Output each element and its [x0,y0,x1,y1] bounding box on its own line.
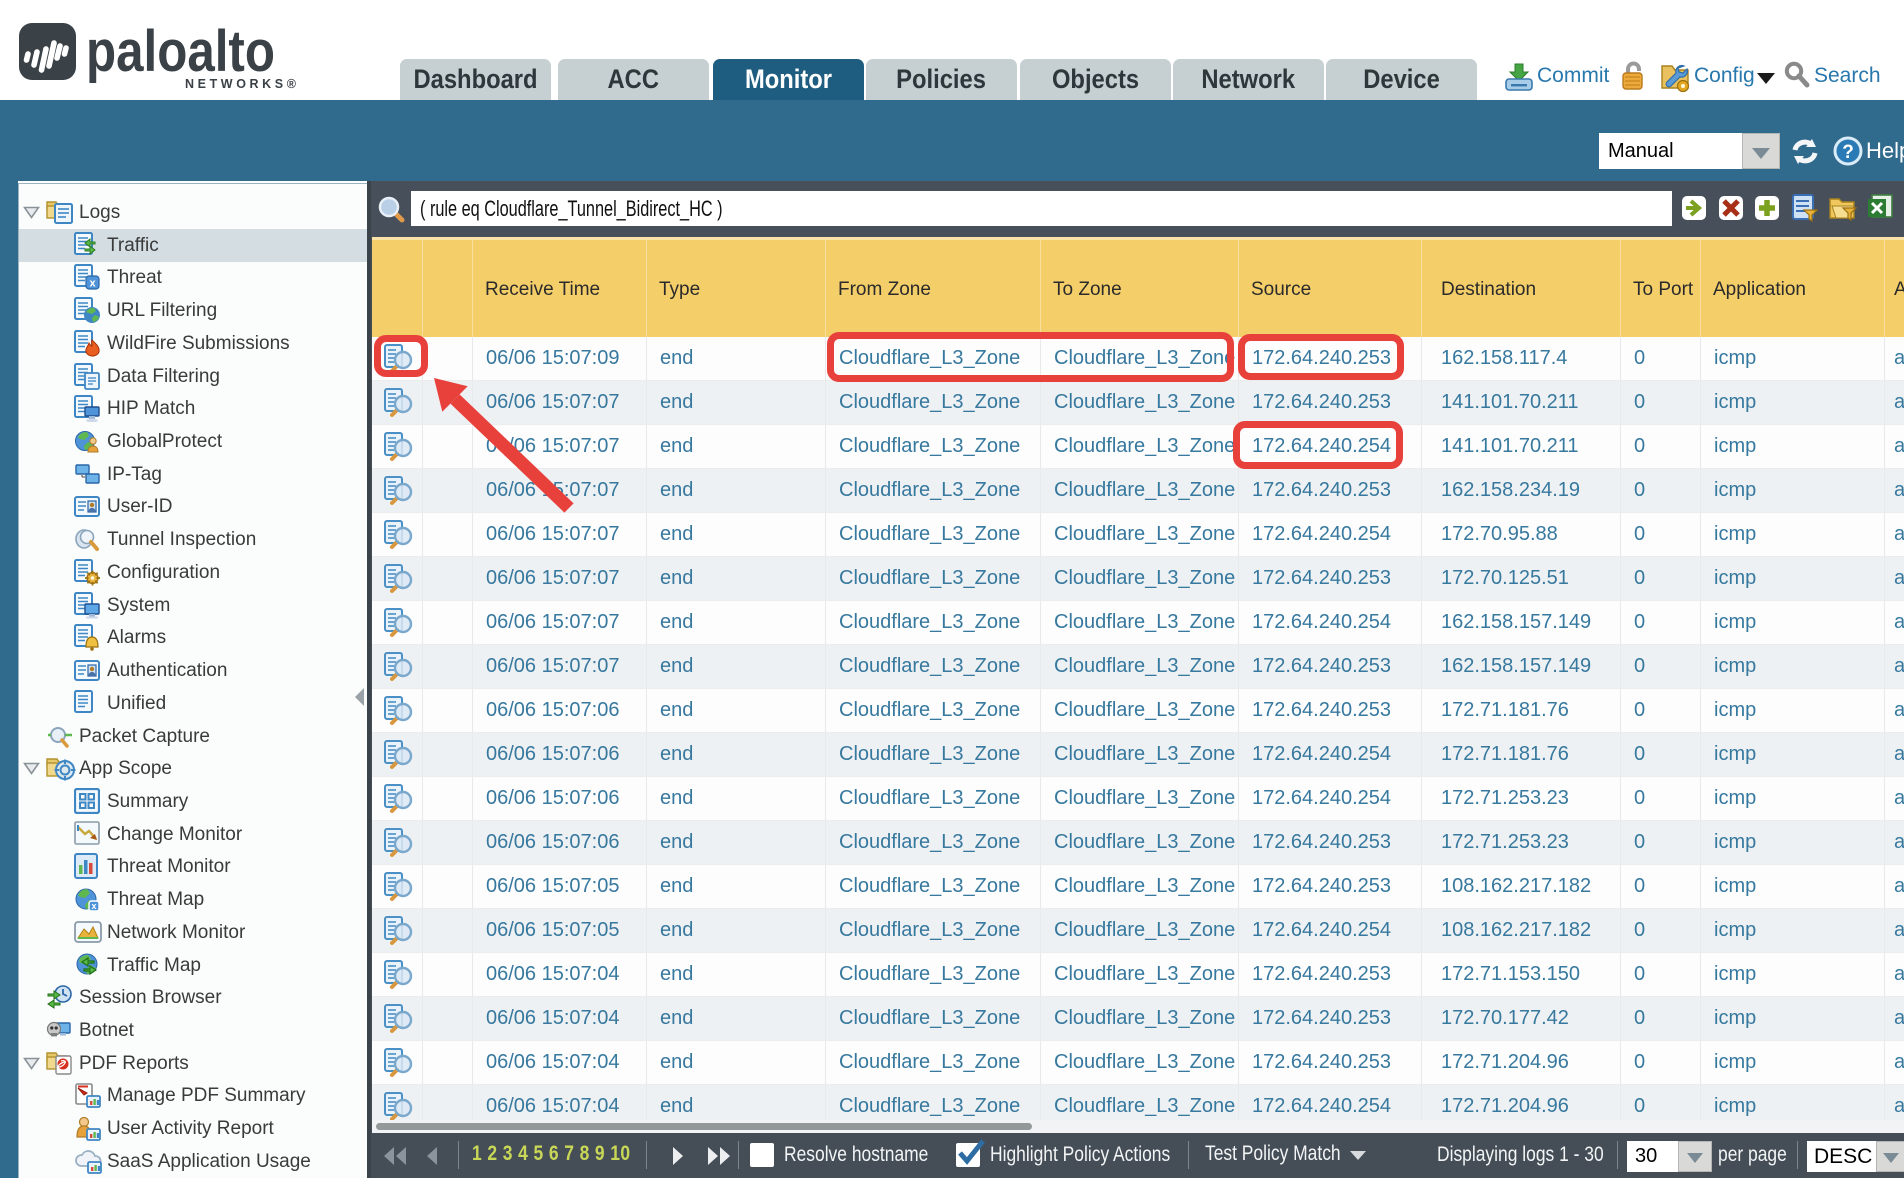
svg-text:x: x [89,278,96,290]
svg-text:x: x [91,901,96,911]
svg-text:paloalto: paloalto [86,22,275,84]
svg-text:?: ? [1842,142,1854,163]
svg-text:NETWORKS®: NETWORKS® [185,77,300,91]
